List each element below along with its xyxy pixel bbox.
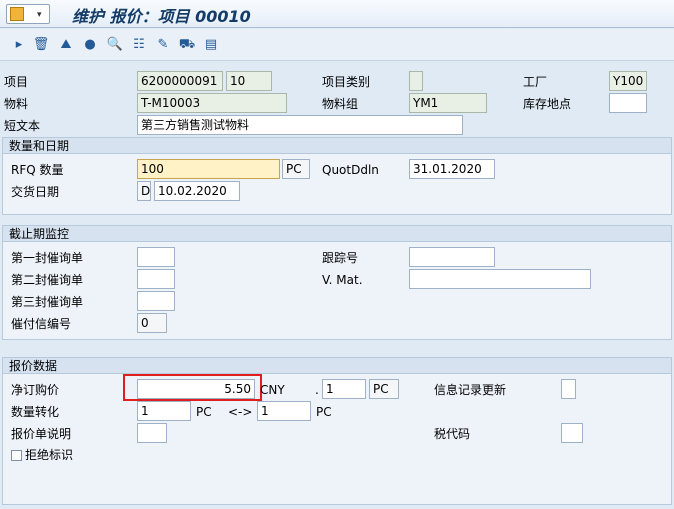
info-record-update-label: 信息记录更新 xyxy=(434,383,507,397)
plant-label: 工厂 xyxy=(523,75,548,89)
system-menu-button[interactable]: ▾ xyxy=(6,4,50,24)
quotation-description-label: 报价单说明 xyxy=(11,427,72,441)
rfq-quantity-label: RFQ 数量 xyxy=(11,163,64,177)
item-number-field[interactable]: 10 xyxy=(226,71,272,91)
item-label: 项目 xyxy=(4,75,29,89)
conversion-arrow: <-> xyxy=(228,405,253,419)
vendor-material-field[interactable] xyxy=(409,269,591,289)
arrow-icon[interactable]: ▸ xyxy=(10,36,28,54)
tracking-number-label: 跟踪号 xyxy=(322,251,359,265)
delivery-date-label: 交货日期 xyxy=(11,185,60,199)
info-record-update-field[interactable] xyxy=(561,379,576,399)
storage-location-label: 库存地点 xyxy=(523,97,572,111)
item-category-field[interactable] xyxy=(409,71,423,91)
plant-field[interactable]: Y100 xyxy=(609,71,647,91)
page-title: 维护 报价：项目 00010 xyxy=(72,7,251,26)
group-title: 截止期监控 xyxy=(3,226,671,242)
delivery-date-field[interactable]: 10.02.2020 xyxy=(154,181,240,201)
menu-icon xyxy=(10,7,24,21)
list-icon[interactable]: ▤ xyxy=(202,36,220,54)
dunning-number-label: 催付信编号 xyxy=(11,317,72,331)
price-unit-field[interactable]: 1 xyxy=(322,379,366,399)
storage-location-field[interactable] xyxy=(609,93,647,113)
second-reminder-label: 第二封催询单 xyxy=(11,273,84,287)
title-bar: ▾ 维护 报价：项目 00010 xyxy=(0,0,674,28)
delivery-date-type-field[interactable]: D xyxy=(137,181,151,201)
third-reminder-field[interactable] xyxy=(137,291,175,311)
rejection-label: 拒绝标识 xyxy=(25,448,74,462)
currency-label: CNY xyxy=(260,383,285,397)
edit-icon[interactable]: ✎ xyxy=(154,36,172,54)
conversion-from-unit: PC xyxy=(196,405,212,419)
first-reminder-field[interactable] xyxy=(137,247,175,267)
tracking-number-field[interactable] xyxy=(409,247,495,267)
tax-code-field[interactable] xyxy=(561,423,583,443)
magnifier-icon[interactable]: 🔍 xyxy=(106,36,124,54)
application-toolbar: ▸ 🗑 ⛰ ● 🔍 ☷ ✎ ⛟ ▤ xyxy=(0,29,674,61)
material-group-label: 物料组 xyxy=(322,97,359,111)
price-unit-uom-field[interactable]: PC xyxy=(369,379,399,399)
delete-icon[interactable]: 🗑 xyxy=(32,36,50,54)
dunning-number-field[interactable]: 0 xyxy=(137,313,167,333)
vendor-material-label: V. Mat. xyxy=(322,273,363,287)
group-title: 数量和日期 xyxy=(3,138,671,154)
tax-code-label: 税代码 xyxy=(434,427,471,441)
disk-icon[interactable]: ● xyxy=(81,36,99,54)
net-price-field[interactable]: 5.50 xyxy=(137,379,255,399)
rfq-quantity-field[interactable]: 100 xyxy=(137,159,280,179)
third-reminder-label: 第三封催询单 xyxy=(11,295,84,309)
landscape-icon[interactable]: ⛰ xyxy=(57,36,75,54)
first-reminder-label: 第一封催询单 xyxy=(11,251,84,265)
item-category-label: 项目类别 xyxy=(322,75,371,89)
item-doc-field[interactable]: 6200000091 xyxy=(137,71,223,91)
group-title: 报价数据 xyxy=(3,358,671,374)
material-group-field[interactable]: YM1 xyxy=(409,93,487,113)
material-field[interactable]: T-M10003 xyxy=(137,93,287,113)
material-label: 物料 xyxy=(4,97,29,111)
quotddln-field[interactable]: 31.01.2020 xyxy=(409,159,495,179)
short-text-label: 短文本 xyxy=(4,119,41,133)
rfq-unit-field[interactable]: PC xyxy=(282,159,310,179)
conversion-to-field[interactable]: 1 xyxy=(257,401,311,421)
rejection-checkbox[interactable] xyxy=(11,450,22,461)
quantity-conversion-label: 数量转化 xyxy=(11,405,60,419)
net-price-label: 净订购价 xyxy=(11,383,60,397)
conversion-from-field[interactable]: 1 xyxy=(137,401,191,421)
tree-icon[interactable]: ☷ xyxy=(130,36,148,54)
chevron-down-icon: ▾ xyxy=(37,10,42,20)
conversion-to-unit: PC xyxy=(316,405,332,419)
quotation-description-field[interactable] xyxy=(137,423,167,443)
quotddln-label: QuotDdln xyxy=(322,163,379,177)
truck-icon[interactable]: ⛟ xyxy=(178,36,196,54)
separator-dot: . xyxy=(315,383,319,397)
second-reminder-field[interactable] xyxy=(137,269,175,289)
short-text-field[interactable]: 第三方销售测试物料 xyxy=(137,115,463,135)
